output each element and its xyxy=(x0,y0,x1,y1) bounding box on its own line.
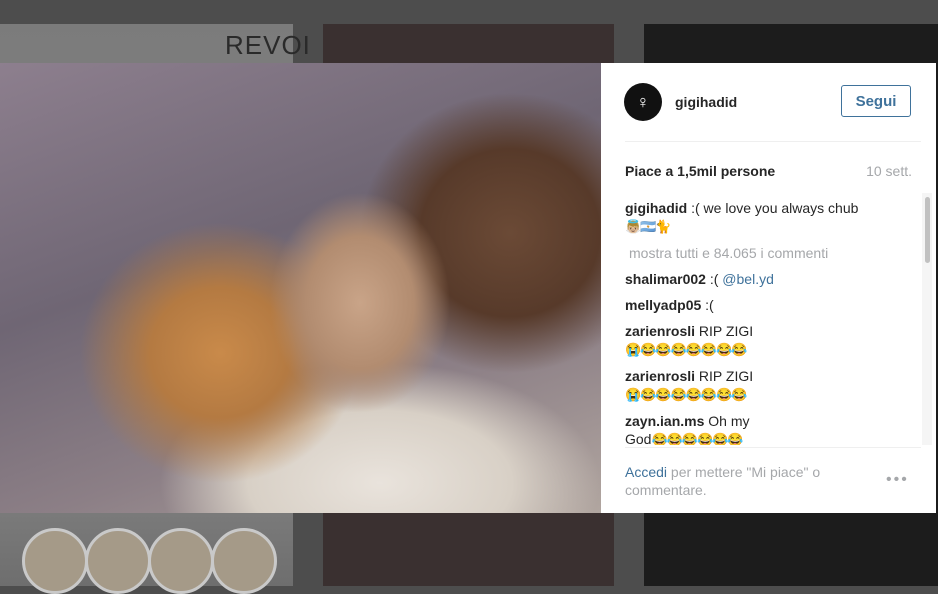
comment-text: :( xyxy=(709,271,719,287)
login-prompt: Accedi per mettere "Mi piace" o commenta… xyxy=(625,463,875,499)
background-image-fragment xyxy=(85,528,151,594)
list-item: shalimar002 :( @bel.yd xyxy=(625,270,921,288)
login-link[interactable]: Accedi xyxy=(625,464,667,480)
post-modal: ♀ gigihadid Segui Piace a 1,5mil persone… xyxy=(0,63,936,513)
show-all-comments-link[interactable]: mostra tutti e 84.065 i commenti xyxy=(629,244,921,262)
list-item: zarienrosli RIP ZIGI 😭😂😂😂😂😂😂😂 xyxy=(625,322,921,359)
comment-username[interactable]: zarienrosli xyxy=(625,368,695,384)
follow-button[interactable]: Segui xyxy=(841,85,911,117)
scrollbar-thumb[interactable] xyxy=(925,197,930,263)
comment-text: RIP ZIGI xyxy=(698,368,754,384)
post-username[interactable]: gigihadid xyxy=(675,94,737,110)
comment-text: :( xyxy=(705,297,714,313)
comment-username[interactable]: zayn.ian.ms xyxy=(625,413,704,429)
background-image-fragment xyxy=(148,528,214,594)
background-image-fragment xyxy=(22,528,88,594)
caption: gigihadid :( we love you always chub 👼🏼🇦… xyxy=(625,199,921,236)
comment-text: RIP ZIGI xyxy=(698,323,754,339)
comments-list: gigihadid :( we love you always chub 👼🏼🇦… xyxy=(625,199,921,445)
comment-emoji: 😭😂😂😂😂😂😂😂 xyxy=(625,387,747,402)
comments-scrollbar[interactable] xyxy=(922,193,932,445)
post-photo[interactable] xyxy=(0,63,601,513)
comment-text: Oh my xyxy=(708,413,750,429)
list-item: mellyadp05 :( xyxy=(625,296,921,314)
post-sidebar: ♀ gigihadid Segui Piace a 1,5mil persone… xyxy=(601,63,936,513)
comment-username[interactable]: gigihadid xyxy=(625,200,687,216)
comment-username[interactable]: zarienrosli xyxy=(625,323,695,339)
divider xyxy=(625,447,921,448)
more-options-icon[interactable]: ••• xyxy=(886,471,909,489)
comment-text: God xyxy=(625,431,652,445)
comment-emoji: 😂😂😂😂😂😂 xyxy=(651,432,743,445)
background-image-fragment xyxy=(211,528,277,594)
comment-text: :( we love you always chub xyxy=(691,200,859,216)
list-item: zayn.ian.ms Oh my God😂😂😂😂😂😂 xyxy=(625,412,921,445)
comment-username[interactable]: shalimar002 xyxy=(625,271,706,287)
list-item: zarienrosli RIP ZIGI 😭😂😂😂😂😂😂😂 xyxy=(625,367,921,404)
post-time[interactable]: 10 sett. xyxy=(866,163,912,179)
mention-link[interactable]: @bel.yd xyxy=(722,271,774,287)
likes-count[interactable]: Piace a 1,5mil persone xyxy=(625,163,775,179)
comment-username[interactable]: mellyadp05 xyxy=(625,297,701,313)
avatar[interactable]: ♀ xyxy=(624,83,662,121)
comment-emoji: 👼🏼🇦🇷🐈 xyxy=(625,219,672,234)
divider xyxy=(625,141,921,142)
background-fragment-text: REVOI xyxy=(225,30,311,60)
post-header: ♀ gigihadid Segui xyxy=(601,63,936,141)
comment-emoji: 😭😂😂😂😂😂😂😂 xyxy=(625,342,747,357)
